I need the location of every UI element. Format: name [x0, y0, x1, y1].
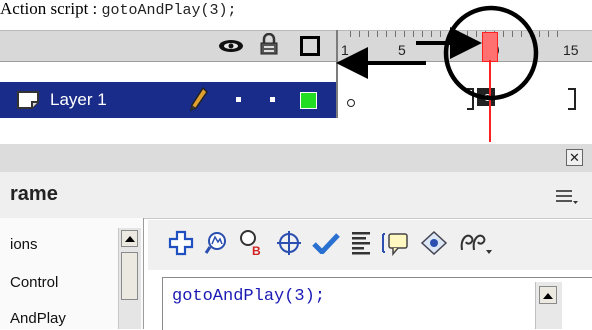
actions-title-bar — [0, 172, 592, 219]
debug-options-icon[interactable] — [420, 230, 448, 256]
auto-format-icon[interactable] — [350, 228, 372, 258]
action-list-scrollbar[interactable] — [118, 228, 141, 329]
script-editor-scrollbar[interactable] — [535, 282, 562, 329]
scroll-thumb[interactable] — [121, 252, 138, 300]
eye-icon[interactable] — [218, 38, 244, 54]
lock-icon[interactable] — [260, 33, 278, 55]
caption-code: gotoAndPlay(3); — [101, 2, 237, 19]
pencil-icon — [189, 86, 208, 112]
visibility-dot[interactable] — [236, 97, 241, 102]
chevron-up-icon — [543, 293, 553, 299]
list-item[interactable]: ions — [10, 236, 38, 253]
script-code-line[interactable]: gotoAndPlay(3); — [172, 287, 325, 306]
layer-icon — [17, 91, 39, 109]
check-syntax-icon[interactable] — [312, 232, 340, 254]
caption: Action script : gotoAndPlay(3); — [0, 0, 237, 26]
find-icon[interactable] — [204, 230, 230, 256]
panel-title: rame — [10, 183, 58, 205]
list-item[interactable]: AndPlay — [10, 310, 66, 327]
list-item[interactable]: Control — [10, 274, 58, 291]
panel-menu-icon[interactable] — [556, 188, 578, 206]
caption-prefix: Action script : — [0, 0, 98, 18]
close-icon[interactable]: ✕ — [566, 149, 583, 166]
layer-outline-color[interactable] — [300, 92, 317, 109]
actions-panel-header — [0, 142, 592, 174]
add-statement-icon[interactable] — [168, 230, 194, 256]
target-path-icon[interactable] — [276, 230, 302, 256]
layer-name[interactable]: Layer 1 — [50, 90, 107, 110]
view-options-icon[interactable] — [458, 228, 494, 258]
svg-text:B: B — [252, 244, 261, 258]
annotation-circle — [443, 5, 539, 101]
lock-dot[interactable] — [270, 97, 275, 102]
annotation-overlay — [336, 5, 539, 101]
code-hint-icon[interactable] — [380, 230, 412, 258]
outline-square-icon[interactable] — [300, 36, 320, 56]
chevron-up-icon — [125, 236, 135, 242]
actions-toolbar: B — [148, 220, 592, 270]
replace-icon[interactable]: B — [238, 228, 266, 258]
